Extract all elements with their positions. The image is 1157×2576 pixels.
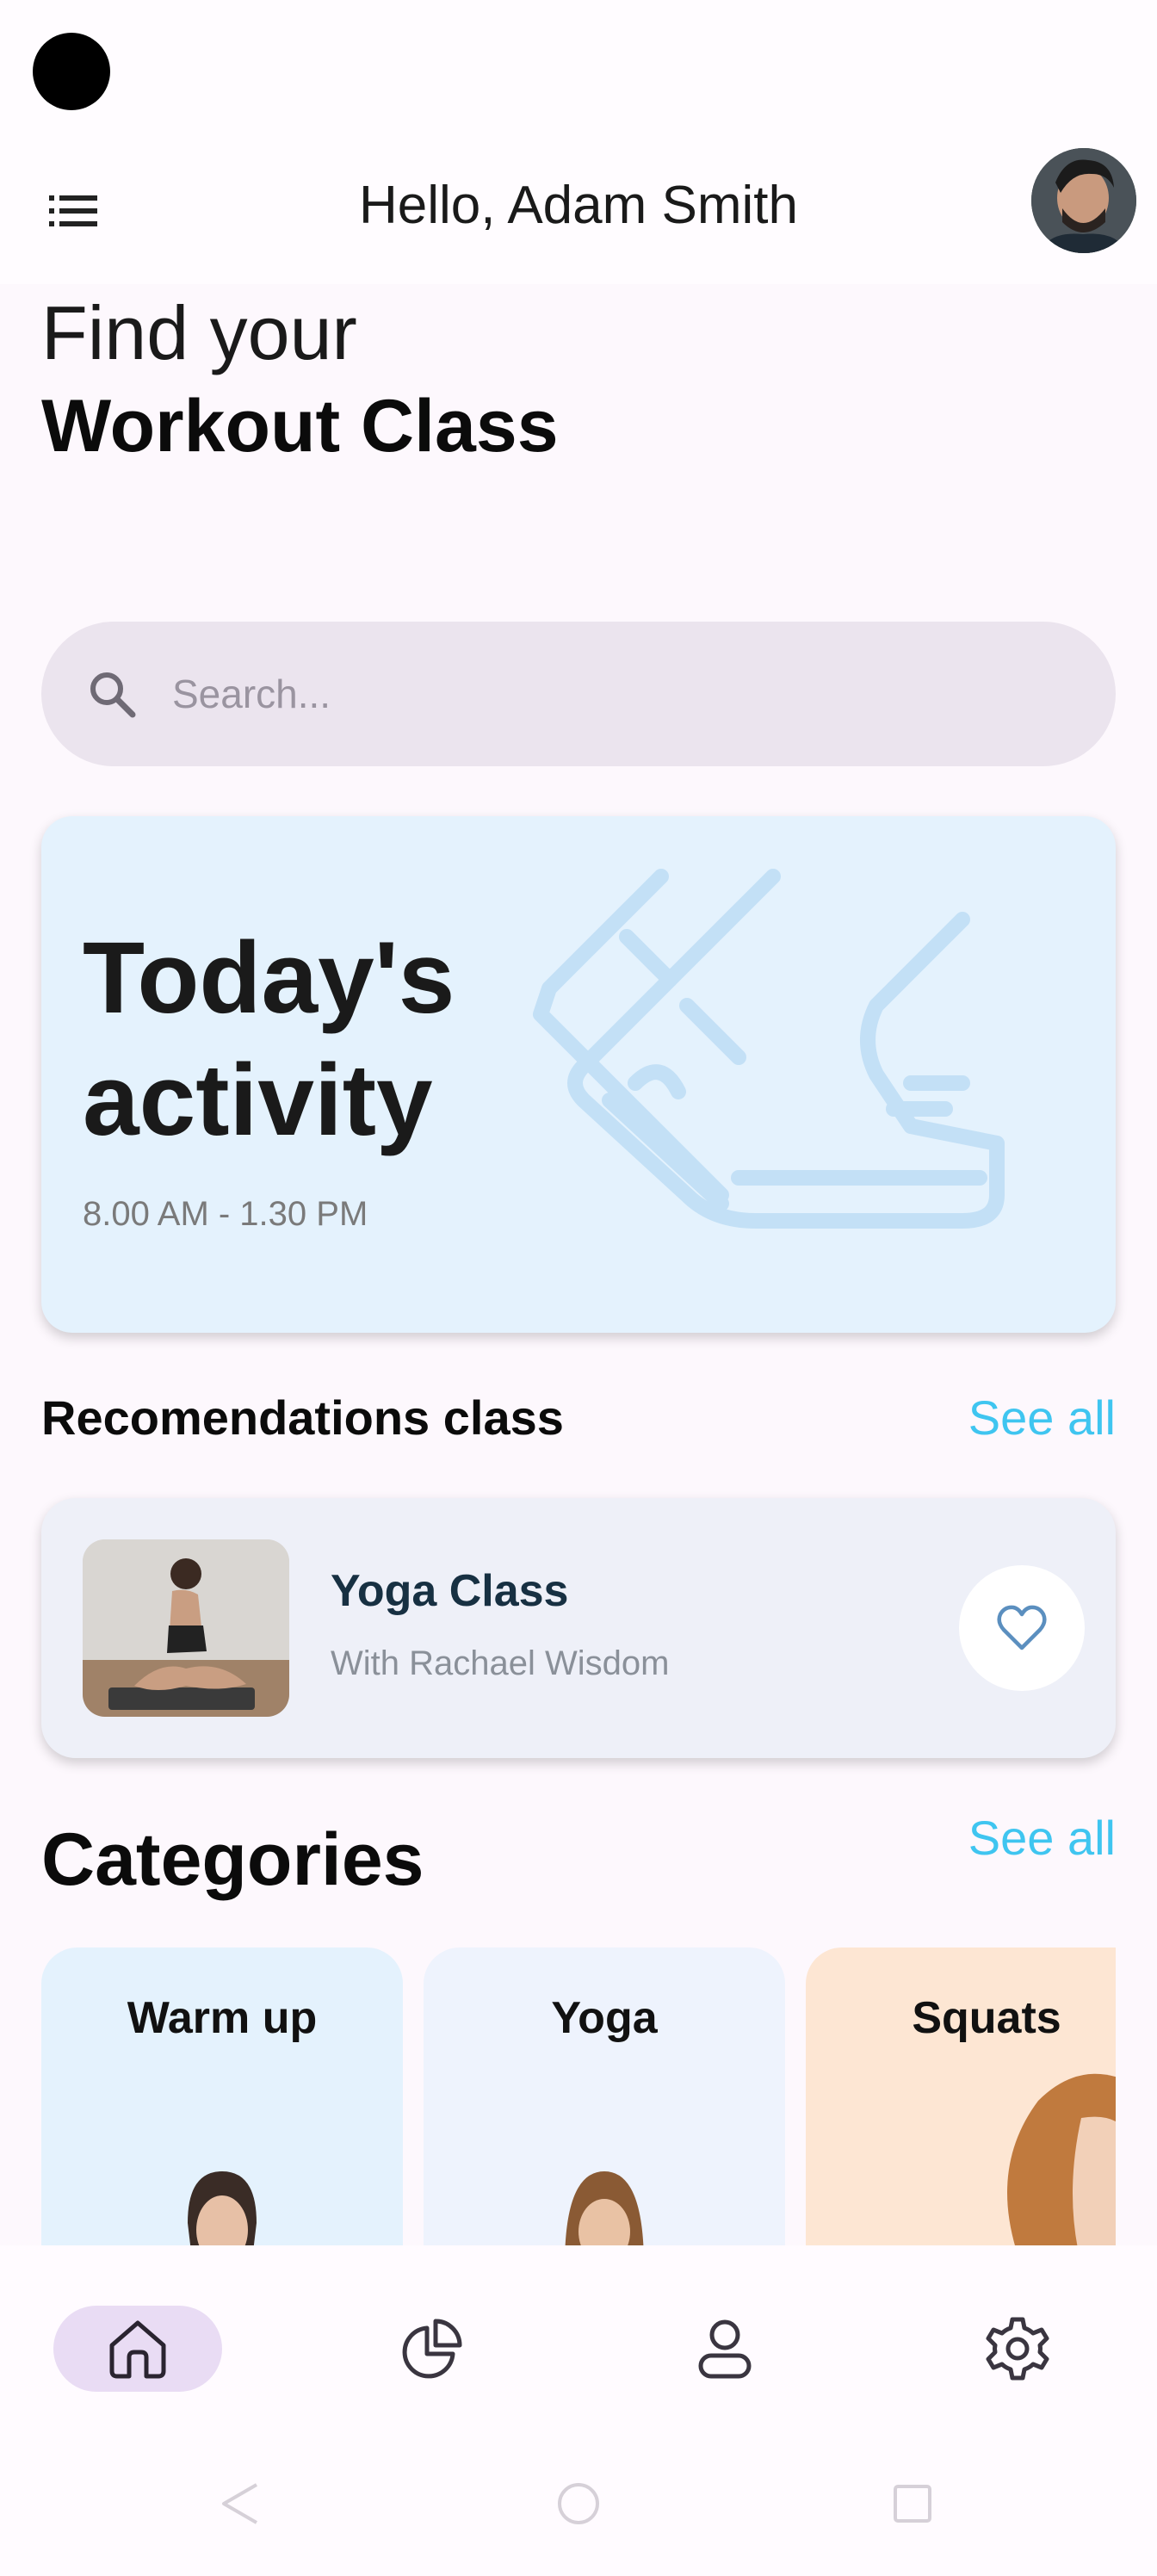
category-label: Squats [912,1993,1061,2043]
app-bar: Hello, Adam Smith [0,138,1157,284]
activity-time: 8.00 AM - 1.30 PM [83,1195,368,1233]
hero-heading: Find your Workout Class [41,286,559,474]
categories-title: Categories [41,1817,424,1901]
home-system-icon[interactable] [553,2478,604,2530]
nav-stats[interactable] [348,2306,517,2392]
heart-icon [997,1605,1047,1650]
hero-line-2: Workout Class [41,385,559,468]
hero-line-1: Find your [41,290,357,375]
warm-up-photo [188,2171,257,2249]
category-card-warm-up[interactable]: Warm up [41,1947,403,2249]
category-card-squats[interactable]: Squats [806,1947,1116,2249]
nav-settings[interactable] [933,2306,1102,2392]
category-label: Yoga [551,1993,658,2043]
settings-icon [986,2317,1049,2381]
recommendation-title: Yoga Class [331,1566,569,1616]
recommendations-see-all-link[interactable]: See all [968,1390,1116,1446]
status-bar [0,0,1157,138]
recents-icon[interactable] [887,2478,938,2530]
categories-header: Categories See all [41,1808,1116,1911]
search-icon [90,672,136,718]
search-bar[interactable] [41,622,1116,766]
user-avatar-image [1031,148,1136,253]
todays-activity-card[interactable]: Today's activity 8.00 AM - 1.30 PM [41,816,1116,1333]
profile-icon [698,2319,752,2379]
categories-carousel[interactable]: Warm up Yoga Squats [41,1947,1116,2249]
camera-cutout [33,33,110,110]
bottom-navigation [0,2245,1157,2443]
pie-chart-icon [402,2319,462,2379]
back-icon[interactable] [215,2478,267,2530]
category-label: Warm up [127,1993,318,2043]
avatar[interactable] [1031,148,1136,253]
recommendations-title: Recomendations class [41,1390,564,1445]
nav-profile[interactable] [640,2306,809,2392]
greeting-title: Hello, Adam Smith [359,176,798,235]
nav-home[interactable] [53,2306,222,2392]
favorite-button[interactable] [959,1565,1085,1691]
squats-photo [1007,2073,1116,2249]
system-navigation-bar [0,2443,1157,2576]
recommendation-card[interactable]: Yoga Class With Rachael Wisdom [41,1498,1116,1758]
yoga-category-photo [565,2171,644,2249]
category-card-yoga[interactable]: Yoga [424,1947,785,2249]
running-shoes-icon [533,869,1005,1229]
home-icon [109,2320,166,2379]
yoga-class-thumbnail [83,1539,289,1717]
recommendation-instructor: With Rachael Wisdom [331,1644,670,1682]
yoga-photo [83,1539,289,1717]
recommendations-header: Recomendations class See all [41,1374,1116,1460]
search-input[interactable] [172,671,947,717]
categories-see-all-link[interactable]: See all [968,1810,1116,1866]
